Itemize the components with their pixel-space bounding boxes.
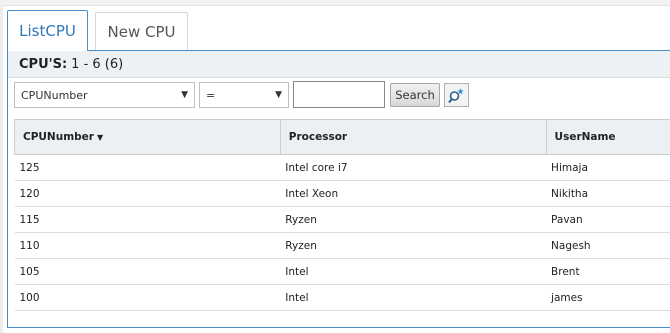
search-button[interactable]: Search xyxy=(390,83,440,107)
cpu-table: CPUNumber ▼ Processor UserName 125 Intel … xyxy=(14,119,670,311)
cell-username: Nikitha xyxy=(546,180,670,207)
operator-select[interactable]: = ▼ xyxy=(199,82,289,108)
table-row[interactable]: 110 Ryzen Nagesh xyxy=(14,232,670,259)
field-select-value: CPUNumber xyxy=(21,88,88,102)
record-count: 1 - 6 (6) xyxy=(71,56,124,72)
panel-header: CPU'S: 1 - 6 (6) xyxy=(8,51,670,78)
page-title: CPU'S: xyxy=(19,56,68,72)
cell-username: Himaja xyxy=(546,154,670,181)
table-row[interactable]: 115 Ryzen Pavan xyxy=(14,206,670,233)
filter-toolbar: CPUNumber ▼ = ▼ Search xyxy=(8,78,670,115)
cell-username: james xyxy=(546,284,670,311)
tab-new-cpu[interactable]: New CPU xyxy=(95,12,188,50)
table-header-row: CPUNumber ▼ Processor UserName xyxy=(14,119,670,155)
cell-processor: Ryzen xyxy=(280,232,547,259)
table-row[interactable]: 120 Intel Xeon Nikitha xyxy=(14,180,670,207)
cell-processor: Intel core i7 xyxy=(280,154,547,181)
cell-cpunumber: 125 xyxy=(14,154,281,181)
advanced-search-button[interactable] xyxy=(444,83,469,107)
cell-processor: Ryzen xyxy=(280,206,547,233)
cell-cpunumber: 105 xyxy=(14,258,281,285)
cell-cpunumber: 100 xyxy=(14,284,281,311)
advanced-search-icon xyxy=(448,87,464,103)
cell-username: Brent xyxy=(546,258,670,285)
column-header-processor[interactable]: Processor xyxy=(279,119,547,155)
cell-processor: Intel xyxy=(280,258,547,285)
cell-cpunumber: 115 xyxy=(14,206,281,233)
cell-username: Nagesh xyxy=(546,232,670,259)
column-header-username[interactable]: UserName xyxy=(545,119,670,155)
chevron-down-icon: ▼ xyxy=(181,90,188,100)
top-border xyxy=(0,0,670,6)
list-panel: CPU'S: 1 - 6 (6) CPUNumber ▼ = ▼ Search xyxy=(7,50,670,328)
tab-listcpu[interactable]: ListCPU xyxy=(7,10,88,51)
cell-username: Pavan xyxy=(546,206,670,233)
table-row[interactable]: 125 Intel core i7 Himaja xyxy=(14,154,670,181)
column-header-cpunumber[interactable]: CPUNumber ▼ xyxy=(14,119,281,155)
cell-cpunumber: 120 xyxy=(14,180,281,207)
chevron-down-icon: ▼ xyxy=(275,90,282,100)
left-border xyxy=(0,5,3,333)
sort-descending-icon: ▼ xyxy=(96,133,104,142)
field-select[interactable]: CPUNumber ▼ xyxy=(14,82,195,108)
cell-cpunumber: 110 xyxy=(14,232,281,259)
cell-processor: Intel Xeon xyxy=(280,180,547,207)
table-row[interactable]: 105 Intel Brent xyxy=(14,258,670,285)
table-row[interactable]: 100 Intel james xyxy=(14,284,670,311)
cell-processor: Intel xyxy=(280,284,547,311)
operator-select-value: = xyxy=(206,88,216,102)
search-input[interactable] xyxy=(293,81,385,108)
